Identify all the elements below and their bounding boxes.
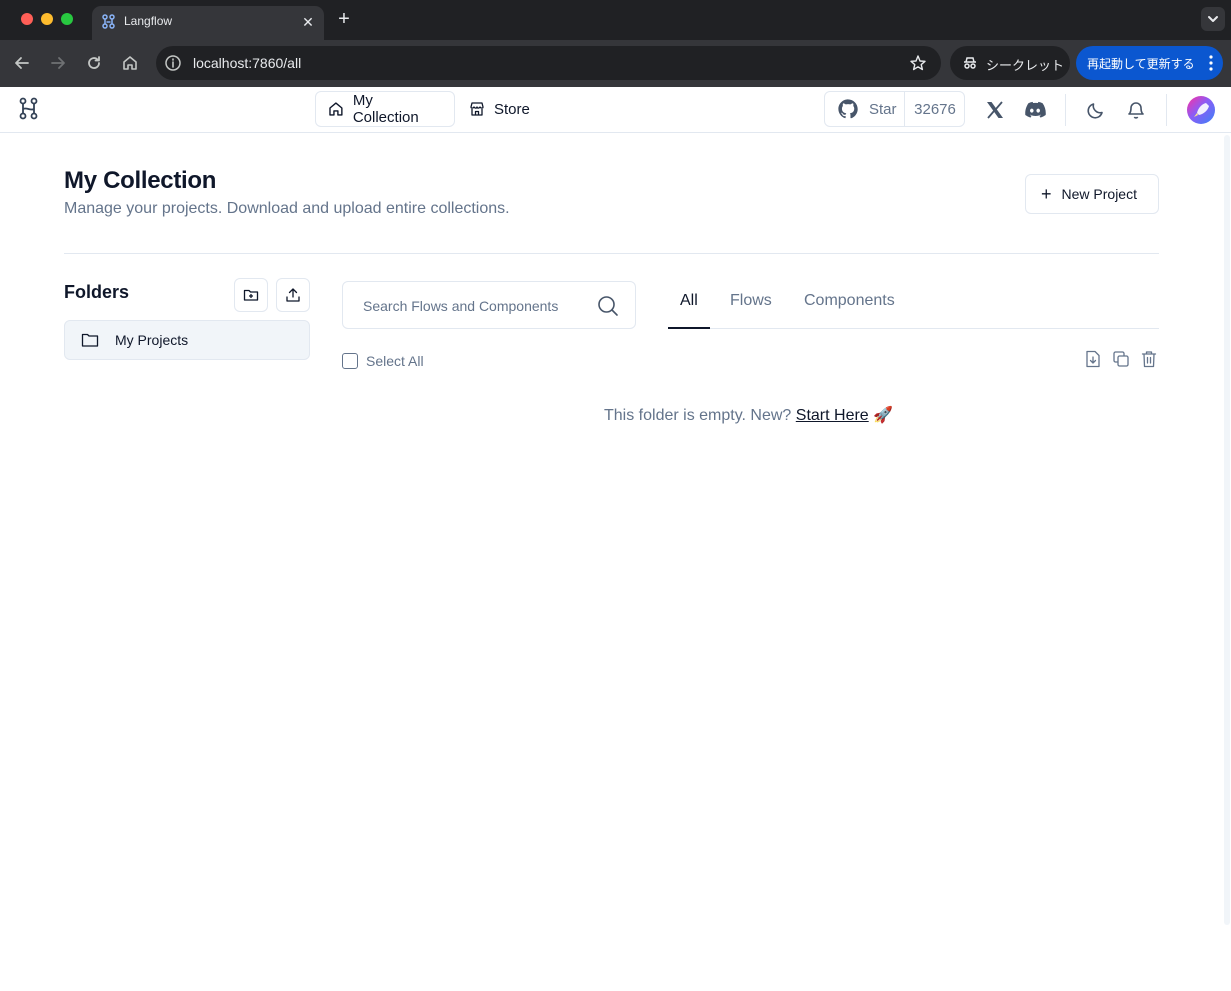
new-project-label: New Project bbox=[1061, 186, 1137, 202]
github-star-button[interactable]: Star 32676 bbox=[824, 91, 965, 127]
x-twitter-icon bbox=[987, 101, 1003, 119]
home-button[interactable] bbox=[119, 52, 141, 74]
search-input[interactable] bbox=[363, 296, 593, 316]
duplicate-selected-button[interactable] bbox=[1111, 349, 1131, 369]
window-close-button[interactable] bbox=[21, 13, 33, 25]
delete-selected-button[interactable] bbox=[1139, 349, 1159, 369]
relaunch-update-button[interactable]: 再起動して更新する bbox=[1076, 46, 1223, 80]
tab-components[interactable]: Components bbox=[804, 292, 895, 310]
active-tab-indicator bbox=[668, 327, 710, 329]
add-folder-button[interactable] bbox=[234, 278, 268, 312]
select-all-label: Select All bbox=[366, 353, 424, 369]
download-selected-button[interactable] bbox=[1083, 349, 1103, 369]
github-icon bbox=[838, 99, 858, 119]
bell-icon bbox=[1128, 102, 1144, 119]
browser-toolbar: localhost:7860/all シークレット 再起動して更新する bbox=[0, 40, 1231, 87]
tab-all[interactable]: All bbox=[680, 292, 698, 310]
home-icon bbox=[329, 102, 343, 116]
langflow-logo-icon[interactable] bbox=[17, 96, 41, 122]
file-download-icon bbox=[1086, 350, 1100, 368]
folder-plus-icon bbox=[243, 289, 259, 301]
nav-store-label: Store bbox=[494, 100, 530, 118]
notifications-button[interactable] bbox=[1125, 99, 1147, 121]
app-header: My Collection Store Star 32676 bbox=[0, 87, 1231, 133]
header-divider bbox=[1166, 94, 1167, 126]
forward-button[interactable] bbox=[47, 52, 69, 74]
arrow-right-icon bbox=[51, 57, 65, 69]
user-avatar[interactable] bbox=[1187, 96, 1215, 124]
trash-icon bbox=[1141, 351, 1157, 368]
plus-icon: + bbox=[1041, 184, 1052, 204]
folder-item-label: My Projects bbox=[115, 332, 189, 348]
section-divider bbox=[64, 253, 1159, 254]
site-info-icon[interactable] bbox=[164, 54, 182, 72]
content-tabs: All Flows Components bbox=[668, 281, 1159, 329]
discord-icon bbox=[1025, 101, 1046, 118]
moon-icon bbox=[1087, 103, 1103, 119]
tab-flows[interactable]: Flows bbox=[730, 292, 772, 310]
bookmark-star-icon[interactable] bbox=[909, 54, 927, 72]
header-divider bbox=[1065, 94, 1066, 126]
nav-store[interactable]: Store bbox=[457, 91, 543, 127]
url-text[interactable]: localhost:7860/all bbox=[193, 55, 301, 71]
nav-my-collection[interactable]: My Collection bbox=[315, 91, 455, 127]
home-icon bbox=[123, 56, 137, 70]
more-vert-icon[interactable] bbox=[1209, 54, 1213, 72]
window-minimize-button[interactable] bbox=[41, 13, 53, 25]
back-button[interactable] bbox=[11, 52, 33, 74]
tab-search-button[interactable] bbox=[1201, 7, 1225, 31]
folder-item-my-projects[interactable]: My Projects bbox=[64, 320, 310, 360]
browser-tab[interactable]: Langflow ✕ bbox=[92, 6, 324, 40]
address-bar[interactable]: localhost:7860/all bbox=[156, 46, 941, 80]
relaunch-label: 再起動して更新する bbox=[1087, 57, 1195, 71]
github-star[interactable]: Star bbox=[825, 92, 905, 126]
folders-title: Folders bbox=[64, 282, 130, 302]
github-star-count: 32676 bbox=[914, 100, 956, 118]
theme-toggle-button[interactable] bbox=[1085, 99, 1107, 121]
discord-button[interactable] bbox=[1024, 99, 1046, 121]
langflow-favicon-icon bbox=[102, 14, 115, 29]
browser-tab-strip: Langflow ✕ + bbox=[0, 0, 1231, 40]
page-subtitle: Manage your projects. Download and uploa… bbox=[64, 200, 510, 217]
rocket-emoji-icon: 🚀 bbox=[873, 407, 894, 424]
start-here-link[interactable]: Start Here bbox=[796, 407, 869, 424]
search-box[interactable] bbox=[342, 281, 636, 329]
incognito-indicator[interactable]: シークレット bbox=[950, 46, 1070, 80]
window-zoom-button[interactable] bbox=[61, 13, 73, 25]
chevron-down-icon bbox=[1208, 16, 1218, 22]
incognito-icon bbox=[964, 57, 976, 69]
tab-title: Langflow bbox=[124, 14, 173, 28]
nav-my-collection-label: My Collection bbox=[352, 92, 419, 126]
upload-folder-button[interactable] bbox=[276, 278, 310, 312]
page-title: My Collection bbox=[64, 167, 217, 194]
folder-icon bbox=[81, 333, 99, 347]
github-star-label: Star bbox=[869, 100, 897, 118]
select-all[interactable]: Select All bbox=[342, 353, 424, 369]
tab-close-icon[interactable]: ✕ bbox=[300, 14, 316, 30]
page-scrollbar[interactable] bbox=[1224, 135, 1230, 925]
new-project-button[interactable]: + New Project bbox=[1025, 174, 1159, 214]
copy-icon bbox=[1113, 351, 1129, 367]
arrow-left-icon bbox=[15, 57, 29, 69]
reload-button[interactable] bbox=[83, 52, 105, 74]
incognito-label: シークレット bbox=[986, 58, 1065, 73]
new-tab-button[interactable]: + bbox=[334, 9, 354, 29]
x-twitter-button[interactable] bbox=[984, 99, 1006, 121]
rocket-avatar-icon bbox=[1194, 103, 1209, 117]
empty-state-message: This folder is empty. New? Start Here 🚀 bbox=[604, 405, 893, 425]
reload-icon bbox=[88, 56, 100, 69]
select-all-checkbox[interactable] bbox=[342, 353, 358, 369]
store-icon bbox=[470, 102, 484, 116]
search-icon[interactable] bbox=[597, 295, 619, 317]
empty-state-text: This folder is empty. New? bbox=[604, 407, 792, 424]
upload-icon bbox=[286, 288, 300, 302]
